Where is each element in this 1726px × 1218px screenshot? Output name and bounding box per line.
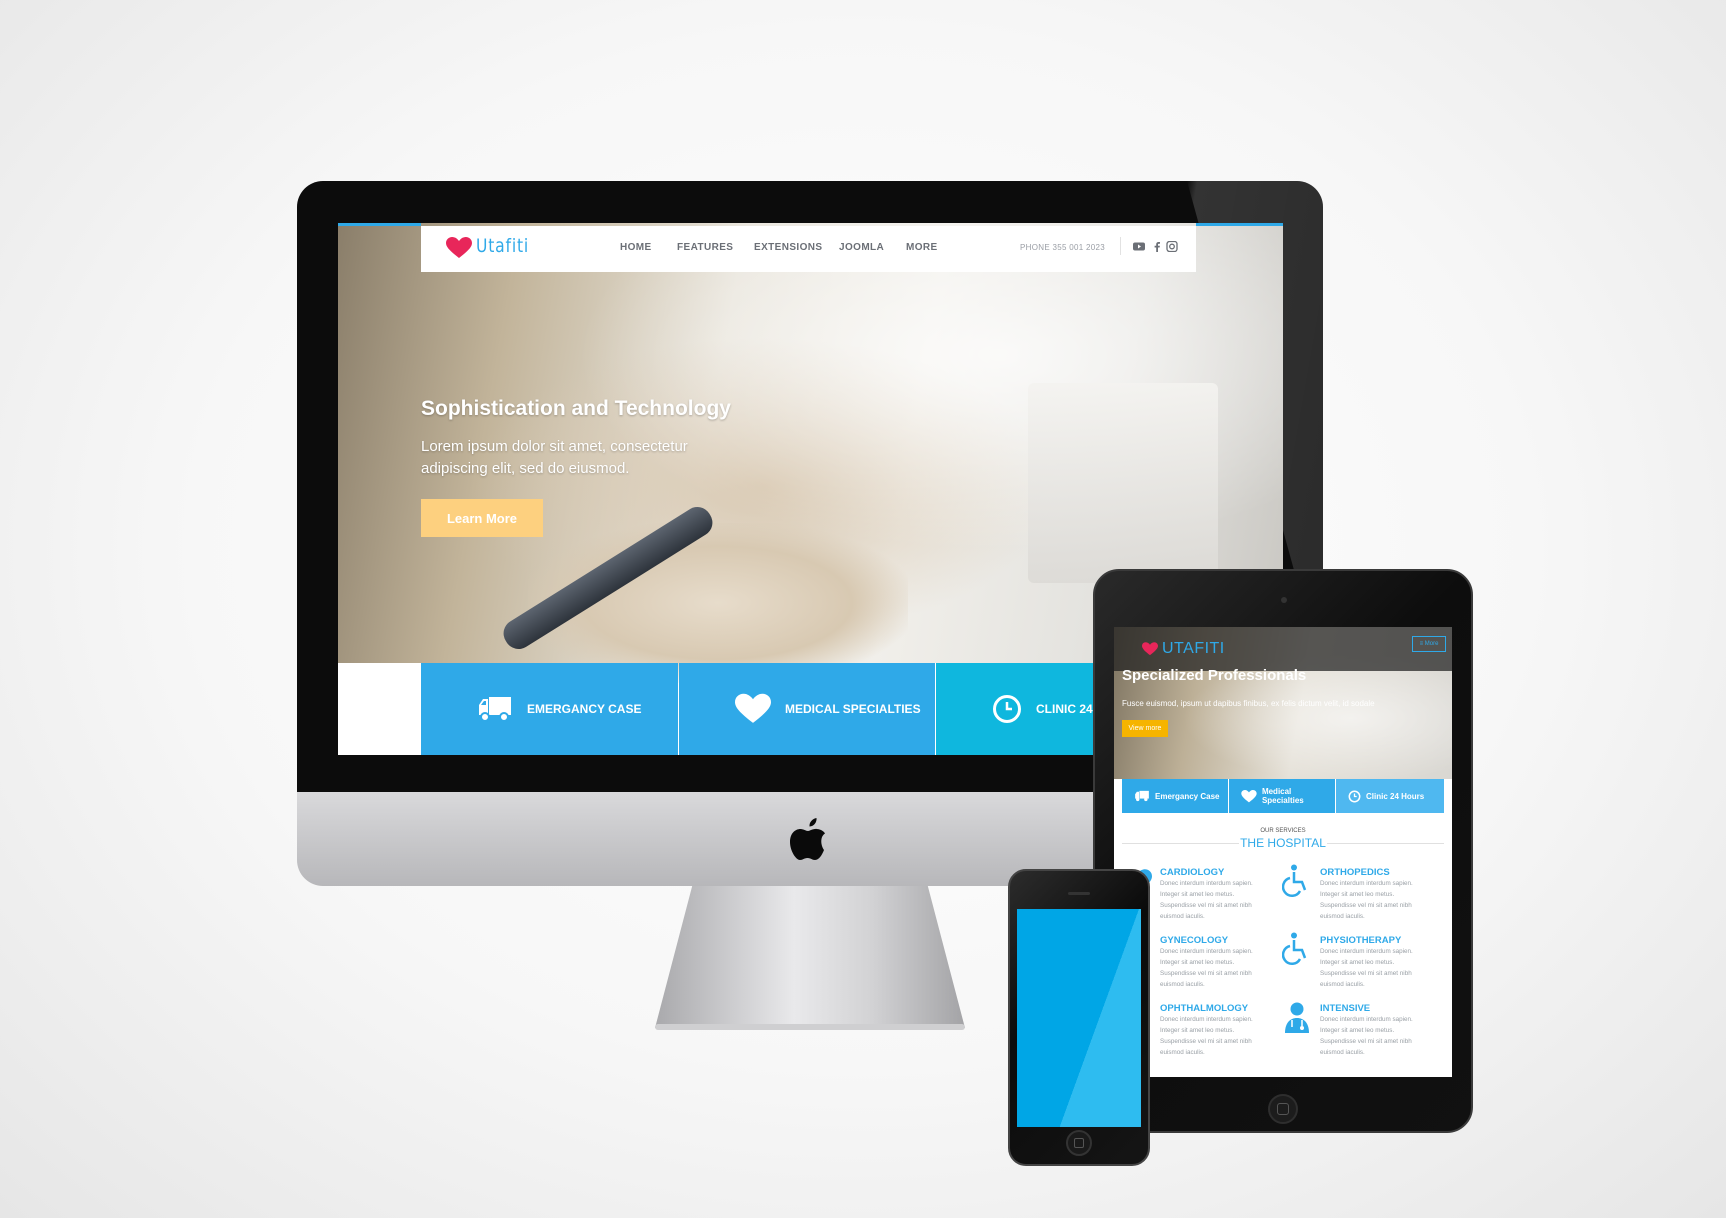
service-physiotherapy[interactable]: PHYSIOTHERAPY Donec interdum interdum sa… [1320, 935, 1430, 990]
instagram-icon[interactable] [1166, 241, 1178, 252]
nav-features[interactable]: FEATURES [677, 242, 733, 253]
service-title: GYNECOLOGY [1160, 935, 1229, 946]
learn-more-button[interactable]: Learn More [421, 499, 543, 537]
service-text: Donec interdum interdum sapien. Integer … [1320, 1016, 1413, 1056]
facebook-icon[interactable] [1151, 241, 1163, 252]
service-orthopedics[interactable]: ORTHOPEDICS Donec interdum interdum sapi… [1320, 867, 1430, 922]
heart-logo-icon[interactable] [1142, 642, 1158, 656]
coat-pocket [1028, 383, 1218, 583]
feature-label: Medical Specialties [1261, 787, 1304, 805]
wheelchair-icon [1282, 864, 1307, 898]
home-square-icon [1277, 1103, 1289, 1115]
menu-button[interactable]: ≡ More [1412, 636, 1446, 652]
hero-subtitle: Lorem ipsum dolor sit amet, consectetur … [421, 438, 688, 477]
service-ophthalmology[interactable]: OPHTHALMOLOGY Donec interdum interdum sa… [1160, 1003, 1270, 1058]
feature-label: CLINIC 24 [1036, 702, 1093, 716]
youtube-icon[interactable] [1133, 241, 1145, 252]
apple-logo-icon [790, 818, 825, 860]
service-text: Donec interdum interdum sapien. Integer … [1160, 1016, 1253, 1056]
clock-icon [993, 695, 1021, 723]
service-text: Donec interdum interdum sapien. Integer … [1320, 948, 1413, 988]
service-title: INTENSIVE [1320, 1003, 1371, 1014]
imac-stand [655, 886, 965, 1028]
service-title: OPHTHALMOLOGY [1160, 1003, 1249, 1014]
ambulance-icon [479, 697, 511, 722]
section-title: THE HOSPITAL [1240, 836, 1326, 850]
service-title: CARDIOLOGY [1160, 867, 1225, 878]
service-title: PHYSIOTHERAPY [1320, 935, 1402, 946]
home-square-icon [1074, 1138, 1084, 1148]
accent-bar [1196, 223, 1283, 226]
nav-more[interactable]: MORE [906, 242, 938, 253]
feature-label: EMERGANCY CASE [527, 702, 642, 716]
brand-logo-text[interactable]: Utafiti [476, 235, 529, 257]
feature-label: MEDICAL SPECIALTIES [785, 702, 921, 716]
feature-label: Clinic 24 Hours [1366, 791, 1425, 801]
service-text: Donec interdum interdum sapien. Integer … [1160, 880, 1253, 920]
iphone-screen [1017, 909, 1141, 1127]
hero-title: Sophistication and Technology [421, 397, 731, 420]
heart-icon [735, 693, 771, 723]
heart-logo-icon[interactable] [446, 237, 472, 259]
ipad-camera [1281, 597, 1287, 603]
feature-clinic-24[interactable]: Clinic 24 Hours [1336, 779, 1444, 813]
feature-label: Emergancy Case [1155, 791, 1220, 801]
feature-emergency[interactable]: EMERGANCY CASE [421, 663, 678, 755]
service-gynecology[interactable]: GYNECOLOGY Donec interdum interdum sapie… [1160, 935, 1270, 990]
nav-home[interactable]: HOME [620, 242, 652, 253]
service-cardiology[interactable]: CARDIOLOGY Donec interdum interdum sapie… [1160, 867, 1270, 922]
clock-icon [1348, 790, 1361, 802]
service-text: Donec interdum interdum sapien. Integer … [1320, 880, 1413, 920]
wheelchair-icon [1282, 932, 1307, 966]
accent-bar [338, 223, 421, 226]
service-intensive[interactable]: INTENSIVE Donec interdum interdum sapien… [1320, 1003, 1430, 1058]
nav-divider [1120, 237, 1121, 255]
view-more-button[interactable]: View more [1122, 720, 1168, 737]
nav-extensions[interactable]: EXTENSIONS [754, 242, 822, 253]
hero-subtitle: Fusce euismod, ipsum ut dapibus finibus,… [1122, 699, 1375, 708]
feature-medical-specialties[interactable]: Medical Specialties [1229, 779, 1335, 813]
heart-icon [1241, 789, 1257, 802]
phone-number: PHONE 355 001 2023 [1020, 243, 1106, 252]
feature-medical-specialties[interactable]: MEDICAL SPECIALTIES [679, 663, 935, 755]
hero-title: Specialized Professionals [1122, 667, 1307, 684]
nav-joomla[interactable]: JOOMLA [839, 242, 884, 253]
ambulance-icon [1135, 790, 1149, 802]
service-title: ORTHOPEDICS [1320, 867, 1390, 878]
feature-emergency[interactable]: Emergancy Case [1122, 779, 1228, 813]
section-eyebrow: OUR SERVICES [1260, 828, 1306, 834]
imac-stand-base [655, 1024, 965, 1030]
iphone-speaker [1068, 892, 1090, 895]
service-text: Donec interdum interdum sapien. Integer … [1160, 948, 1253, 988]
tablet-website: UTAFITI ≡ More Specialized Professionals… [1114, 627, 1452, 1077]
doctor-icon [1285, 1002, 1309, 1033]
brand-logo-text[interactable]: UTAFITI [1162, 640, 1225, 658]
